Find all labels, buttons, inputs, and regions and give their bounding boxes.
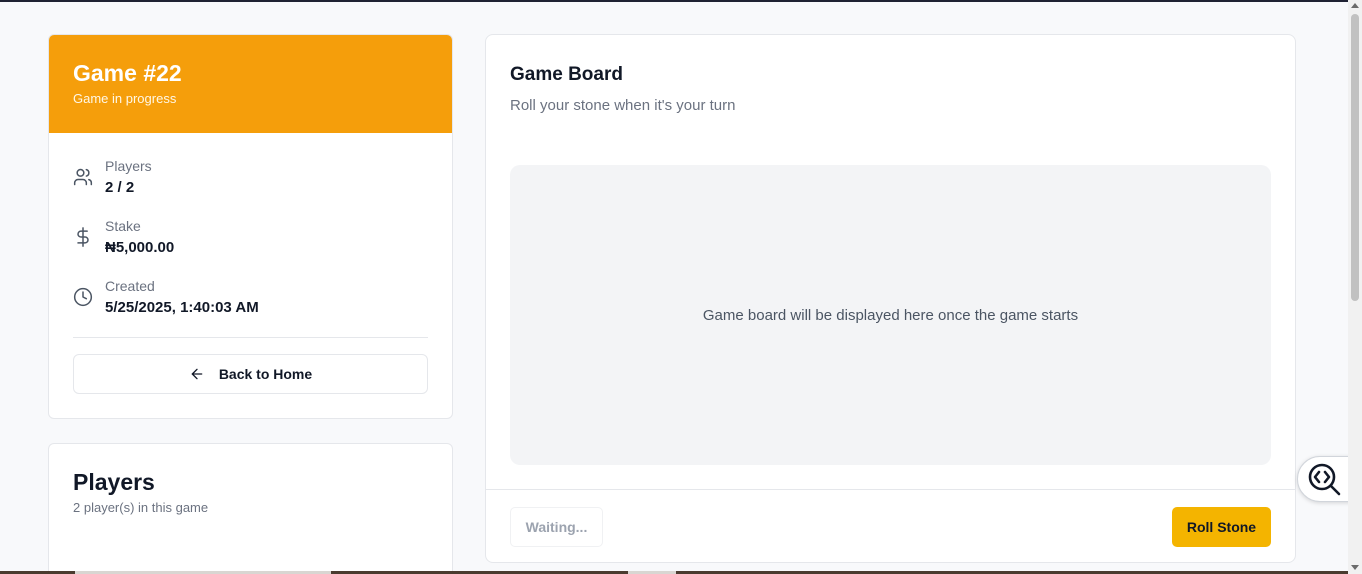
players-card: Players 2 player(s) in this game <box>48 443 453 574</box>
scroll-down-arrow[interactable] <box>1351 565 1359 570</box>
created-value: 5/25/2025, 1:40:03 AM <box>105 299 259 316</box>
board-title: Game Board <box>510 64 623 85</box>
top-bar <box>0 0 1348 2</box>
stake-info-row: Stake ₦5,000.00 <box>73 217 428 277</box>
arrow-left-icon <box>191 368 203 380</box>
board-subtitle: Roll your stone when it's your turn <box>510 97 736 114</box>
created-label: Created <box>105 278 155 294</box>
game-header: Game #22 Game in progress <box>49 35 452 133</box>
scroll-up-arrow[interactable] <box>1351 3 1359 8</box>
players-title: Players <box>73 469 155 495</box>
page-scrollbar[interactable] <box>1348 0 1362 574</box>
users-icon <box>73 168 93 186</box>
created-info-row: Created 5/25/2025, 1:40:03 AM <box>73 277 428 337</box>
players-subtitle: 2 player(s) in this game <box>73 500 209 515</box>
stake-label: Stake <box>105 218 141 234</box>
stake-value: ₦5,000.00 <box>105 239 175 256</box>
divider <box>73 337 428 338</box>
back-to-home-button[interactable]: Back to Home <box>73 354 428 394</box>
board-footer-divider <box>486 489 1295 490</box>
clock-icon <box>73 287 93 307</box>
board-placeholder-text: Game board will be displayed here once t… <box>702 306 1079 324</box>
code-search-icon <box>1308 463 1341 496</box>
scroll-thumb[interactable] <box>1351 14 1359 301</box>
game-board-card: Game Board Roll your stone when it's you… <box>485 34 1296 563</box>
waiting-button[interactable]: Waiting... <box>510 507 603 547</box>
players-info-row: Players 2 / 2 <box>73 157 428 217</box>
back-to-home-label: Back to Home <box>218 366 313 382</box>
roll-stone-button[interactable]: Roll Stone <box>1172 507 1271 547</box>
game-status: Game in progress <box>73 91 177 106</box>
players-value: 2 / 2 <box>105 179 135 196</box>
game-info-list: Players 2 / 2 Stake ₦5,000.00 Created 5/… <box>49 133 452 337</box>
dollar-icon <box>77 227 89 247</box>
game-title: Game #22 <box>73 60 182 86</box>
game-info-card: Game #22 Game in progress Players 2 / 2 … <box>48 34 453 419</box>
board-placeholder-area: Game board will be displayed here once t… <box>510 165 1271 465</box>
players-label: Players <box>105 158 152 174</box>
